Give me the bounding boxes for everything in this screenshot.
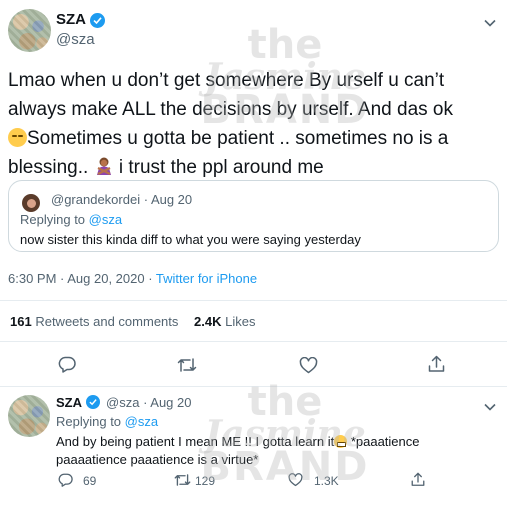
reply-text-line: paaaatience paaatience is a virtue* (56, 452, 259, 467)
quoted-date: · Aug 20 (143, 192, 193, 207)
timestamp-text[interactable]: 6:30 PM · Aug 20, 2020 · (8, 271, 156, 286)
tweet-line-text: i trust the ppl around me (118, 157, 324, 178)
tweet-text: Lmao when u don’t get somewhere By ursel… (8, 66, 504, 182)
replying-prefix: Replying to (20, 212, 89, 227)
replying-to-link[interactable]: @sza (89, 212, 122, 227)
person-gesturing-no-icon (94, 156, 114, 176)
quoted-avatar (22, 194, 40, 212)
like-count: 1.3K (314, 474, 339, 488)
chevron-down-icon[interactable] (484, 398, 496, 416)
quoted-tweet[interactable]: @grandekordei · Aug 20 Replying to @sza … (8, 180, 499, 252)
retweets-label[interactable]: Retweets and comments (35, 314, 178, 329)
tweet-timestamp: 6:30 PM · Aug 20, 2020 · Twitter for iPh… (8, 271, 257, 286)
retweet-icon[interactable] (177, 357, 197, 378)
reply-date[interactable]: · Aug 20 (143, 395, 191, 410)
author-avatar[interactable] (8, 9, 51, 52)
reply-author-handle[interactable]: @sza (106, 395, 139, 410)
share-icon[interactable] (428, 355, 445, 378)
watermark-line: the (247, 22, 323, 68)
divider (0, 386, 507, 387)
chevron-down-icon[interactable] (484, 14, 496, 32)
divider (0, 341, 507, 342)
tweet-line-text: Sometimes u gotta be patient .. sometime… (27, 128, 449, 149)
engagement-stats: 161 Retweets and comments 2.4K Likes (10, 314, 255, 329)
reply-meta: @sza · Aug 20 (106, 395, 192, 410)
retweet-count: 129 (195, 474, 216, 488)
tweet-line-text: blessing.. (8, 157, 89, 178)
reply-icon[interactable] (58, 473, 73, 492)
watermark-line: the (247, 379, 323, 425)
quoted-text: now sister this kinda diff to what you w… (20, 232, 361, 247)
reply-text-line: And by being patient I mean ME !! I gott… (56, 434, 335, 449)
quoted-replying-to: Replying to @sza (20, 212, 122, 227)
grimacing-face-icon (334, 435, 348, 448)
tweet-line: Sometimes u gotta be patient .. sometime… (8, 124, 504, 153)
like-icon[interactable] (299, 356, 318, 379)
reply-text: And by being patient I mean ME !! I gott… (56, 433, 496, 469)
tweet-line: blessing.. i trust the ppl around me (8, 153, 504, 182)
reply-text-line-tail: *paaatience (347, 434, 420, 449)
verified-badge-icon (86, 395, 100, 409)
reply-author-avatar[interactable] (8, 395, 50, 437)
reply-count: 69 (83, 474, 97, 488)
quoted-handle[interactable]: @grandekordei (51, 192, 140, 207)
divider (0, 300, 507, 301)
source-link[interactable]: Twitter for iPhone (156, 271, 257, 286)
reply-author-name[interactable]: SZA (56, 395, 82, 410)
share-icon[interactable] (411, 472, 425, 492)
quoted-meta: @grandekordei · Aug 20 (51, 192, 192, 207)
replying-to-link[interactable]: @sza (125, 414, 158, 429)
tweet-line: Lmao when u don’t get somewhere By ursel… (8, 70, 445, 91)
retweet-icon[interactable] (174, 473, 191, 492)
tweet-line: always make ALL the decisions by urself.… (8, 99, 453, 120)
reply-replying-to: Replying to @sza (56, 414, 158, 429)
verified-badge-icon (90, 13, 105, 28)
author-handle[interactable]: @sza (56, 31, 95, 48)
like-icon[interactable] (288, 473, 303, 492)
retweets-count[interactable]: 161 (10, 314, 32, 329)
relieved-face-icon (8, 128, 27, 147)
likes-count[interactable]: 2.4K (194, 314, 221, 329)
reply-icon[interactable] (58, 356, 76, 378)
likes-label[interactable]: Likes (225, 314, 255, 329)
author-name[interactable]: SZA (56, 11, 86, 28)
replying-prefix: Replying to (56, 414, 125, 429)
